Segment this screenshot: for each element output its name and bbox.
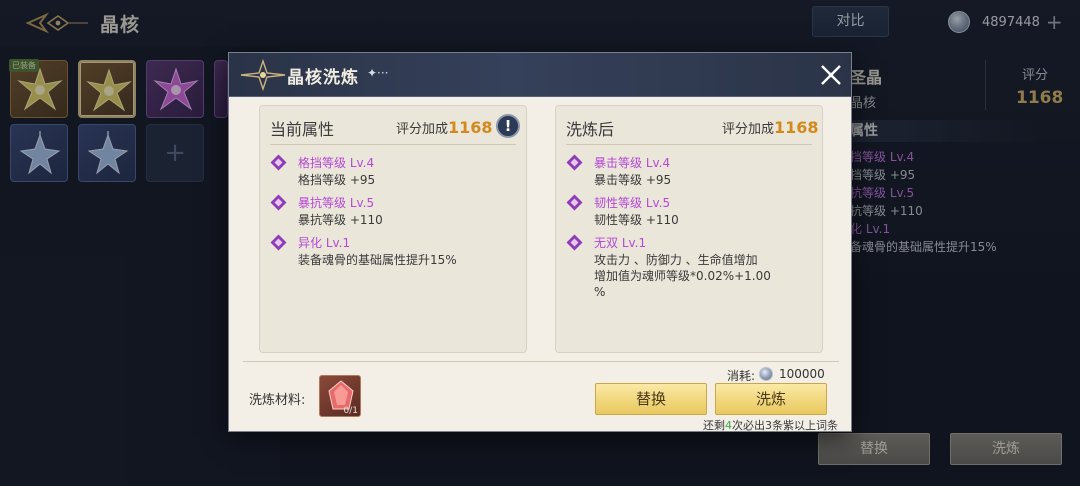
attribute-title: 格挡等级 Lv.4 xyxy=(298,156,375,170)
attribute-desc: 韧性等级 +110 xyxy=(594,213,679,227)
current-score: 评分加成1168 xyxy=(396,118,493,137)
attribute-title: 暴抗等级 Lv.5 xyxy=(298,196,375,210)
score-bonus-label: 评分加成 xyxy=(396,122,449,137)
diamond-attr-icon xyxy=(270,234,287,251)
diamond-attr-icon xyxy=(566,234,583,251)
attribute-desc: 攻击力 、防御力 、生命值增加 增加值为魂师等级*0.02%+1.00 % xyxy=(594,253,771,299)
attribute-title: 韧性等级 Lv.5 xyxy=(594,196,671,210)
compass-ornament-icon xyxy=(240,59,286,91)
close-icon[interactable] xyxy=(817,61,845,89)
soul-coin-icon xyxy=(759,367,773,381)
diamond-attr-icon xyxy=(566,154,583,171)
divider xyxy=(243,361,839,362)
note-suffix: 次必出3条紫以上词条 xyxy=(732,419,838,432)
score-bonus-value: 1168 xyxy=(448,118,493,137)
title-decoration: ✦··· xyxy=(367,66,389,80)
divider xyxy=(566,144,812,145)
refined-attributes-title: 洗炼后 xyxy=(566,120,615,139)
dialog-header: 晶核洗炼 ✦··· xyxy=(229,53,851,97)
refined-attributes-card: 洗炼后 评分加成1168 暴击等级 Lv.4 暴击等级 +95 韧性等级 Lv.… xyxy=(555,105,823,353)
diamond-attr-icon xyxy=(270,154,287,171)
attribute-title: 无双 Lv.1 xyxy=(594,236,647,250)
attribute-desc: 格挡等级 +95 xyxy=(298,173,376,187)
cost-label: 消耗: xyxy=(727,369,756,383)
diamond-attr-icon xyxy=(270,194,287,211)
note-prefix: 还剩 xyxy=(703,419,725,432)
material-count: 0/1 xyxy=(343,406,358,416)
attribute-title: 暴击等级 Lv.4 xyxy=(594,156,671,170)
divider xyxy=(270,144,516,145)
attribute-desc: 装备魂骨的基础属性提升15% xyxy=(298,253,457,267)
material-label: 洗炼材料: xyxy=(249,393,306,408)
current-attributes-card: 当前属性 评分加成1168 ! 格挡等级 Lv.4 格挡等级 +95 暴抗等级 … xyxy=(259,105,527,353)
attribute-desc: 暴抗等级 +110 xyxy=(298,213,383,227)
attribute-desc: 暴击等级 +95 xyxy=(594,173,672,187)
cost-value: 100000 xyxy=(779,367,825,381)
refine-dialog: 晶核洗炼 ✦··· 当前属性 评分加成1168 ! 格挡等级 Lv.4 格挡等级… xyxy=(228,52,852,432)
refine-material-slot[interactable]: 0/1 xyxy=(319,375,361,417)
replace-button[interactable]: 替换 xyxy=(595,383,707,415)
refined-score: 评分加成1168 xyxy=(722,118,819,137)
score-bonus-label: 评分加成 xyxy=(722,122,775,137)
current-attributes-title: 当前属性 xyxy=(270,120,335,139)
remaining-count: 4 xyxy=(725,419,732,432)
score-bonus-value: 1168 xyxy=(774,118,819,137)
attribute-title: 异化 Lv.1 xyxy=(298,236,351,250)
guarantee-note: 还剩4次必出3条紫以上词条 xyxy=(703,417,838,433)
info-icon[interactable]: ! xyxy=(496,114,520,138)
diamond-attr-icon xyxy=(566,194,583,211)
dialog-title: 晶核洗炼 xyxy=(287,68,359,88)
refine-button[interactable]: 洗炼 xyxy=(715,383,827,415)
